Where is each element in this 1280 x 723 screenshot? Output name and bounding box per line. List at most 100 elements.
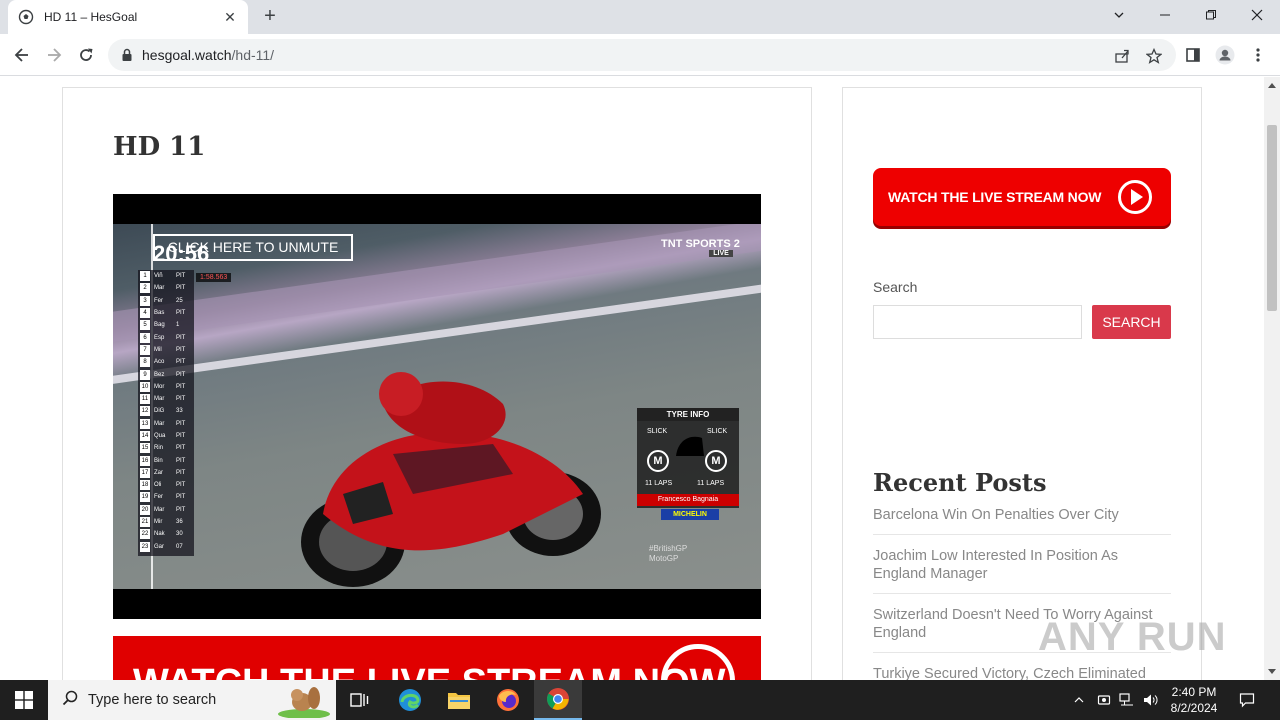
- leaderboard-rider: Rin: [154, 445, 164, 452]
- leaderboard-status: PIT: [176, 371, 186, 378]
- side-panel-icon[interactable]: [1183, 45, 1203, 65]
- taskbar-time: 2:40 PM: [1171, 685, 1217, 699]
- kebab-menu-icon[interactable]: [1248, 45, 1268, 65]
- soccer-ball-icon: [18, 9, 34, 25]
- address-bar[interactable]: hesgoal.watch/hd-11/: [108, 39, 1176, 71]
- file-explorer-icon[interactable]: [435, 680, 483, 720]
- leaderboard-rider: Fer: [154, 494, 163, 501]
- new-tab-button[interactable]: +: [258, 5, 282, 29]
- leaderboard-position: 3: [140, 295, 150, 306]
- rider-name: Francesco Bagnaia: [637, 494, 739, 506]
- leaderboard-status: 07: [176, 543, 183, 550]
- leaderboard-status: PIT: [176, 420, 186, 427]
- minimize-icon[interactable]: [1142, 0, 1188, 30]
- leaderboard-rider: Mor: [154, 383, 165, 390]
- video-player[interactable]: 1 Viñ PIT 2 Mar PIT 3 Fer 25 4 Bas PIT 5 Bag 1 6 Esp PIT 7…: [113, 194, 761, 619]
- scroll-up-icon[interactable]: [1268, 83, 1276, 88]
- reload-icon[interactable]: [73, 42, 99, 68]
- leaderboard-status: PIT: [176, 457, 186, 464]
- leaderboard-position: 13: [140, 418, 150, 429]
- front-compound-badge: M: [647, 450, 669, 472]
- leaderboard-status: 30: [176, 531, 183, 538]
- recent-post-link[interactable]: Turkiye Secured Victory, Czech Eliminate…: [873, 663, 1171, 680]
- lock-icon[interactable]: [120, 48, 134, 62]
- tyre-info-header: TYRE INFO: [637, 408, 739, 421]
- banner-text: WATCH THE LIVE STREAM NOW: [133, 662, 726, 680]
- leaderboard-row: 12 DiG 33: [138, 405, 194, 417]
- rear-tyre-type: SLICK: [707, 428, 728, 435]
- leaderboard-position: 22: [140, 529, 150, 540]
- meet-now-icon[interactable]: [1093, 680, 1115, 720]
- leaderboard-row: 18 Oli PIT: [138, 479, 194, 491]
- video-frame[interactable]: 1 Viñ PIT 2 Mar PIT 3 Fer 25 4 Bas PIT 5 Bag 1 6 Esp PIT 7…: [113, 224, 761, 589]
- leaderboard-rider: Mar: [154, 420, 165, 427]
- leaderboard-status: PIT: [176, 494, 186, 501]
- leaderboard-status: PIT: [176, 346, 186, 353]
- leaderboard-position: 10: [140, 381, 150, 392]
- page-scrollbar[interactable]: [1264, 77, 1280, 680]
- firefox-icon[interactable]: [484, 680, 532, 720]
- leaderboard-position: 18: [140, 480, 150, 491]
- live-stream-banner[interactable]: WATCH THE LIVE STREAM NOW: [113, 636, 761, 680]
- leaderboard-row: 1 Viñ PIT: [138, 270, 194, 282]
- scrollbar-thumb[interactable]: [1267, 125, 1277, 311]
- tab-title: HD 11 – HesGoal: [44, 10, 138, 24]
- chrome-icon[interactable]: [534, 680, 582, 720]
- main-content-card: HD 11 1 Viñ PIT 2 Mar PIT 3 Fer 25 4 Bas PIT 5 Bag 1 6 E…: [62, 87, 812, 680]
- search-icon: [62, 690, 78, 711]
- leaderboard-row: 5 Bag 1: [138, 319, 194, 331]
- profile-avatar-icon[interactable]: [1215, 45, 1235, 65]
- rear-tyre-laps: 11 LAPS: [697, 480, 725, 487]
- leaderboard-position: 11: [140, 394, 150, 405]
- recent-post-link[interactable]: Barcelona Win On Penalties Over City: [873, 504, 1171, 535]
- leaderboard-row: 19 Fer PIT: [138, 491, 194, 503]
- watch-live-stream-label: WATCH THE LIVE STREAM NOW: [888, 189, 1102, 205]
- leaderboard-position: 4: [140, 308, 150, 319]
- leaderboard-row: 10 Mor PIT: [138, 381, 194, 393]
- leaderboard-rider: Bag: [154, 322, 165, 329]
- task-view-icon[interactable]: [336, 680, 384, 720]
- show-hidden-icons-chevron-icon[interactable]: [1068, 680, 1090, 720]
- scroll-down-icon[interactable]: [1268, 669, 1276, 674]
- search-input[interactable]: [873, 305, 1082, 339]
- taskbar-clock[interactable]: 2:40 PM 8/2/2024: [1162, 684, 1226, 716]
- restore-icon[interactable]: [1188, 0, 1234, 30]
- leaderboard-status: PIT: [176, 506, 186, 513]
- notifications-icon[interactable]: [1232, 680, 1262, 720]
- close-window-icon[interactable]: [1234, 0, 1280, 30]
- leaderboard-rider: Fer: [154, 297, 163, 304]
- leaderboard-rider: Zar: [154, 469, 163, 476]
- event-hashtag: #BritishGP: [649, 544, 688, 553]
- edge-browser-icon[interactable]: [386, 680, 434, 720]
- leaderboard-status: PIT: [176, 433, 186, 439]
- forward-arrow-icon[interactable]: [41, 42, 67, 68]
- rear-compound-badge: M: [705, 450, 727, 472]
- bookmark-star-icon[interactable]: [1145, 47, 1163, 65]
- anyrun-watermark: ANY RUN: [1038, 615, 1227, 659]
- close-tab-icon[interactable]: ✕: [222, 9, 238, 26]
- share-icon[interactable]: [1113, 47, 1131, 65]
- leaderboard-position: 15: [140, 443, 150, 454]
- leaderboard-rider: Mar: [154, 506, 165, 513]
- leaderboard-row: 14 Qua PIT: [138, 430, 194, 442]
- browser-tab[interactable]: HD 11 – HesGoal ✕: [8, 0, 248, 34]
- watch-live-stream-button[interactable]: WATCH THE LIVE STREAM NOW: [873, 168, 1171, 226]
- windows-start-icon[interactable]: [0, 680, 48, 720]
- network-icon[interactable]: [1116, 680, 1138, 720]
- leaderboard-rider: Bin: [154, 457, 163, 464]
- leaderboard-rider: Esp: [154, 334, 165, 341]
- recent-posts-heading: Recent Posts: [873, 468, 1047, 497]
- squirrel-illustration-icon: [276, 684, 332, 723]
- leaderboard-row: 3 Fer 25: [138, 295, 194, 307]
- unmute-button[interactable]: CLICK HERE TO UNMUTE: [153, 234, 353, 261]
- tab-search-icon[interactable]: [1096, 0, 1142, 30]
- leaderboard-rider: Qua: [154, 433, 166, 439]
- front-tyre-type: SLICK: [647, 428, 668, 435]
- search-button[interactable]: SEARCH: [1092, 305, 1171, 339]
- taskbar-search-box[interactable]: Type here to search: [48, 680, 336, 720]
- leaderboard-rider: Mil: [154, 346, 162, 353]
- broadcaster-name: TNT SPORTS 2: [661, 238, 740, 250]
- back-arrow-icon[interactable]: [9, 42, 35, 68]
- volume-icon[interactable]: [1140, 680, 1162, 720]
- recent-post-link[interactable]: Joachim Low Interested In Position As En…: [873, 545, 1171, 594]
